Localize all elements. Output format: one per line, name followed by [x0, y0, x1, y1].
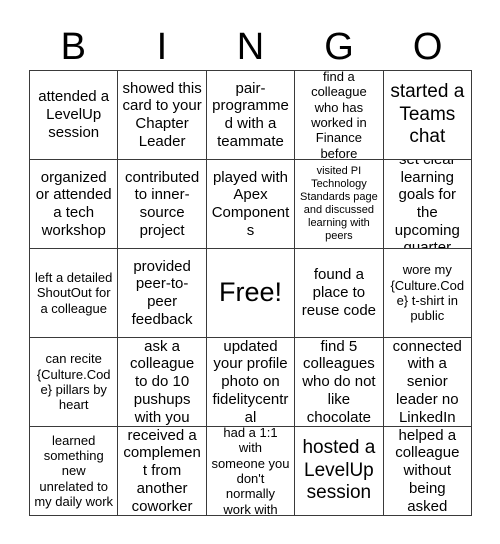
bingo-square-label: organized or attended a tech workshop: [35, 168, 112, 239]
bingo-square-label: connected with a senior leader no Linked…: [392, 338, 462, 426]
bingo-card: B I N G O attended a LevelUp session show…: [0, 0, 500, 544]
bingo-square[interactable]: find 5 colleagues who do not like chocol…: [295, 338, 384, 427]
bingo-square[interactable]: attended a LevelUp session: [30, 71, 119, 160]
bingo-square-label: played with Apex Components: [211, 168, 290, 239]
bingo-letter-o: O: [412, 26, 443, 68]
bingo-square-label: provided peer-to-peer feedback: [131, 257, 193, 328]
bingo-square-label: contributed to inner-source project: [124, 168, 200, 239]
bingo-square-label: found a place to reuse code: [301, 266, 376, 319]
bingo-square-label: helped a colleague without being asked: [395, 427, 460, 515]
bingo-square-label: find 5 colleagues who do not like chocol…: [302, 338, 376, 426]
bingo-square[interactable]: played with Apex Components: [206, 160, 296, 249]
bingo-square[interactable]: visited PI Technology Standards page and…: [295, 160, 384, 249]
bingo-letter-i: I: [156, 26, 168, 68]
bingo-square-label: hosted a LevelUp session: [302, 437, 376, 504]
bingo-square-label: received a complement from another cowor…: [123, 427, 201, 515]
bingo-square-label: left a detailed ShoutOut for a colleague: [35, 270, 113, 316]
bingo-square-label: had a 1:1 with someone you don't normall…: [211, 427, 290, 516]
bingo-square[interactable]: left a detailed ShoutOut for a colleague: [30, 249, 119, 338]
bingo-square-label: showed this card to your Chapter Leader: [122, 79, 202, 150]
bingo-square[interactable]: had a 1:1 with someone you don't normall…: [206, 427, 296, 516]
bingo-square[interactable]: found a place to reuse code: [295, 249, 384, 338]
bingo-square[interactable]: connected with a senior leader no Linked…: [383, 338, 472, 427]
bingo-square-label: updated your profile photo on fidelityce…: [212, 338, 289, 426]
bingo-square[interactable]: pair-programmed with a teammate: [206, 71, 296, 160]
bingo-square[interactable]: set clear learning goals for the upcomin…: [383, 160, 472, 249]
bingo-square[interactable]: provided peer-to-peer feedback: [118, 249, 207, 338]
bingo-square[interactable]: updated your profile photo on fidelityce…: [206, 338, 296, 427]
bingo-square-label: wore my {Culture.Code} t-shirt in public: [390, 262, 465, 324]
bingo-square[interactable]: helped a colleague without being asked: [383, 427, 472, 516]
bingo-square[interactable]: showed this card to your Chapter Leader: [118, 71, 207, 160]
bingo-square-label: ask a colleague to do 10 pushups with yo…: [129, 338, 195, 426]
bingo-square[interactable]: learned something new unrelated to my da…: [30, 427, 119, 516]
bingo-square[interactable]: ask a colleague to do 10 pushups with yo…: [118, 338, 207, 427]
bingo-square-label: attended a LevelUp session: [38, 88, 110, 141]
bingo-letter-g: G: [324, 26, 354, 68]
bingo-square-label: find a colleague who has worked in Finan…: [311, 71, 367, 160]
bingo-square[interactable]: find a colleague who has worked in Finan…: [295, 71, 384, 160]
bingo-square-label: visited PI Technology Standards page and…: [300, 165, 378, 242]
bingo-grid: attended a LevelUp session showed this ca…: [29, 70, 472, 516]
bingo-square[interactable]: started a Teams chat: [383, 71, 472, 160]
bingo-header: B I N G O: [29, 24, 472, 70]
bingo-square[interactable]: hosted a LevelUp session: [295, 427, 384, 516]
bingo-free-square[interactable]: Free!: [206, 249, 296, 338]
bingo-letter-b: B: [60, 26, 86, 68]
bingo-square-label: learned something new unrelated to my da…: [34, 432, 114, 509]
bingo-square[interactable]: received a complement from another cowor…: [118, 427, 207, 516]
bingo-square-label: started a Teams chat: [390, 81, 465, 148]
bingo-square-label: pair-programmed with a teammate: [212, 79, 289, 150]
bingo-square-label: set clear learning goals for the upcomin…: [394, 160, 460, 249]
bingo-square-label: can recite {Culture.Code} pillars by hea…: [36, 351, 111, 413]
bingo-letter-n: N: [236, 26, 265, 68]
bingo-square[interactable]: contributed to inner-source project: [118, 160, 207, 249]
bingo-square[interactable]: organized or attended a tech workshop: [30, 160, 119, 249]
bingo-square-label: Free!: [218, 277, 282, 308]
bingo-square[interactable]: wore my {Culture.Code} t-shirt in public: [383, 249, 472, 338]
bingo-square[interactable]: can recite {Culture.Code} pillars by hea…: [30, 338, 119, 427]
